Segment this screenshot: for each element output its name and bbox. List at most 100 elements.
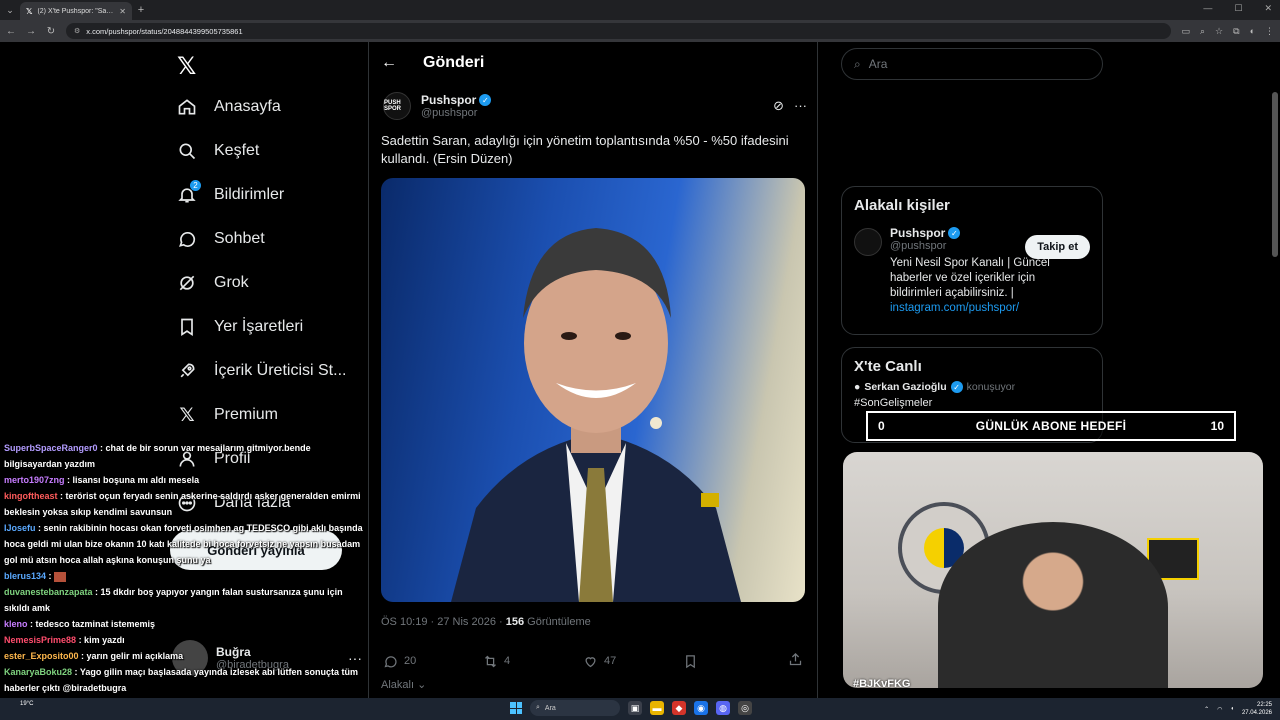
chat-user: kingoftheast	[4, 491, 58, 501]
like-button[interactable]: 47	[583, 654, 683, 669]
live-user: Serkan Gazioğlu	[864, 381, 947, 393]
nav-bookmarks-label: Yer İşaretleri	[214, 318, 304, 335]
close-tab-icon[interactable]: ✕	[119, 7, 126, 16]
maximize-icon[interactable]: ☐	[1234, 3, 1242, 14]
nav-bookmarks[interactable]: Yer İşaretleri	[176, 316, 303, 338]
chat-message: ester_Exposito00 : yarın gelir mi açıkla…	[2, 648, 372, 664]
system-tray: ⌃ ◠ ◖ 22:25 27.04.2026	[1204, 701, 1272, 717]
clock-time: 22:25	[1256, 702, 1272, 708]
site-info-icon[interactable]: ⚙	[74, 27, 80, 35]
bookmark-button[interactable]	[683, 654, 783, 669]
window-controls: — ☐ ✕	[1203, 3, 1272, 14]
search-input[interactable]: ⌕ Ara	[841, 48, 1103, 80]
nav-home-label: Anasayfa	[214, 98, 281, 115]
views-label: Görüntüleme	[524, 616, 591, 628]
tweet-text: Sadettin Saran, adaylığı için yönetim to…	[381, 133, 789, 166]
nav-creator-studio[interactable]: İçerik Üreticisi St...	[176, 360, 346, 382]
rocket-icon	[176, 360, 198, 382]
new-tab-icon[interactable]: +	[132, 4, 150, 16]
extensions-icon[interactable]: ⧉	[1233, 26, 1239, 37]
app-icon[interactable]: ◎	[738, 701, 752, 715]
nav-home[interactable]: Anasayfa	[176, 96, 281, 118]
grok-icon[interactable]: ⊘	[773, 98, 784, 114]
forward-icon[interactable]: →	[26, 26, 36, 37]
live-space[interactable]: ● Serkan Gazioğlu ✓ konuşuyor	[842, 381, 1102, 393]
chat-message: IJosefu : senin rakibinin hocası okan fo…	[2, 520, 372, 568]
taskbar-search[interactable]: ⌕ Ara	[530, 700, 620, 716]
post-header: ← Gönderi	[381, 54, 484, 72]
related-bio-text: Yeni Nesil Spor Kanalı | Güncel haberler…	[890, 257, 1050, 299]
clock[interactable]: 22:25 27.04.2026	[1242, 701, 1272, 717]
start-button-icon[interactable]	[510, 702, 522, 714]
browser-tab[interactable]: 𝕏 (2) X'te Pushspor: "Sadettin Saran... …	[20, 2, 132, 20]
star-icon[interactable]: ☆	[1215, 26, 1223, 37]
url-text: x.com/pushspor/status/204884439950573586…	[86, 26, 243, 36]
task-view-icon[interactable]: ▣	[628, 701, 642, 715]
chat-message: kleno : tedesco tazminat istememiş	[2, 616, 372, 632]
related-avatar[interactable]	[854, 228, 882, 256]
nav-chat-label: Sohbet	[214, 230, 265, 247]
post-time[interactable]: ÖS 10:19 · 27 Nis 2026 ·	[381, 616, 506, 628]
minimize-icon[interactable]: —	[1203, 3, 1212, 14]
follow-button[interactable]: Takip et	[1025, 235, 1090, 259]
author-name-row[interactable]: Pushspor ✓	[421, 93, 492, 107]
tab-list-icon[interactable]: ⌄	[0, 5, 20, 16]
verified-icon: ✓	[948, 227, 961, 239]
chat-message: NemesisPrime88 : kim yazdı	[2, 632, 372, 648]
menu-icon[interactable]: ⋮	[1265, 26, 1274, 37]
nav-premium-label: Premium	[214, 406, 279, 423]
taskbar-apps: ⌕ Ara ▣ ▬ ◆ ◉ ◍ ◎	[510, 700, 752, 716]
cast-icon[interactable]: ▭	[1181, 26, 1190, 37]
back-icon[interactable]: ←	[6, 26, 16, 37]
volume-icon[interactable]: ◖	[1230, 706, 1234, 712]
address-bar[interactable]: ⚙ x.com/pushspor/status/2048844399505735…	[66, 23, 1172, 39]
related-link[interactable]: instagram.com/pushspor/	[890, 302, 1019, 314]
clock-date: 27.04.2026	[1241, 710, 1272, 716]
chat-user: IJosefu	[4, 523, 36, 533]
close-window-icon[interactable]: ✕	[1264, 3, 1272, 14]
zoom-icon[interactable]: ⌕	[1200, 26, 1205, 37]
chat-message: duvanestebanzapata : 15 dkdır boş yapıyo…	[2, 584, 372, 616]
tray-chevron-icon[interactable]: ⌃	[1204, 706, 1209, 713]
chat-user: NemesisPrime88	[4, 635, 77, 645]
discord-icon[interactable]: ◍	[716, 701, 730, 715]
brave-icon[interactable]: ◆	[672, 701, 686, 715]
related-people-title: Alakalı kişiler	[854, 197, 950, 214]
reload-icon[interactable]: ↻	[46, 26, 56, 37]
nav-notifications[interactable]: 2 Bildirimler	[176, 180, 285, 206]
nav-explore[interactable]: Keşfet	[176, 140, 259, 162]
repost-icon	[485, 655, 496, 667]
search-icon	[176, 140, 198, 162]
nav-chat[interactable]: Sohbet	[176, 228, 265, 250]
nav-grok-label: Grok	[214, 274, 249, 291]
emote-icon	[54, 571, 67, 582]
related-sort[interactable]: Alakalı ⌄	[381, 678, 426, 691]
chrome-icon[interactable]: ◉	[694, 701, 708, 715]
back-arrow-icon[interactable]: ←	[381, 54, 397, 72]
webcam-overlay: #BJKvFKG	[843, 452, 1263, 688]
profile-icon[interactable]: ◐	[1250, 26, 1255, 37]
x-logo-icon[interactable]: 𝕏	[177, 52, 196, 81]
chat-text: : lisansı boşuna mı aldı mesela	[64, 475, 200, 485]
page-scrollbar[interactable]	[1272, 92, 1278, 257]
repost-button[interactable]: 4	[483, 654, 583, 669]
reply-button[interactable]: 20	[383, 654, 483, 669]
file-explorer-icon[interactable]: ▬	[650, 701, 664, 715]
network-icon[interactable]: ◠	[1217, 706, 1222, 713]
post-meta: ÖS 10:19 · 27 Nis 2026 · 156 Görüntüleme	[381, 616, 591, 628]
nav-notifications-label: Bildirimler	[214, 186, 285, 203]
more-options-icon[interactable]: ···	[794, 98, 807, 114]
share-button[interactable]	[788, 652, 803, 670]
bookmark-icon	[686, 654, 695, 668]
like-count: 47	[604, 655, 617, 667]
nav-premium[interactable]: 𝕏 Premium	[176, 404, 278, 426]
tweet-photo[interactable]	[381, 178, 805, 602]
author-avatar[interactable]: PUSH SPOR	[383, 92, 411, 120]
chat-message: kingoftheast : terörist oçun feryadı sen…	[2, 488, 372, 520]
nav-grok[interactable]: Grok	[176, 272, 249, 294]
post-author: PUSH SPOR Pushspor ✓ @pushspor ⊘ ···	[383, 92, 807, 120]
browser-tabbar: ⌄ 𝕏 (2) X'te Pushspor: "Sadettin Saran..…	[0, 0, 1280, 20]
related-bio: Yeni Nesil Spor Kanalı | Güncel haberler…	[890, 256, 1090, 316]
weather-widget[interactable]: 19°C	[20, 700, 33, 708]
repost-count: 4	[504, 655, 511, 667]
